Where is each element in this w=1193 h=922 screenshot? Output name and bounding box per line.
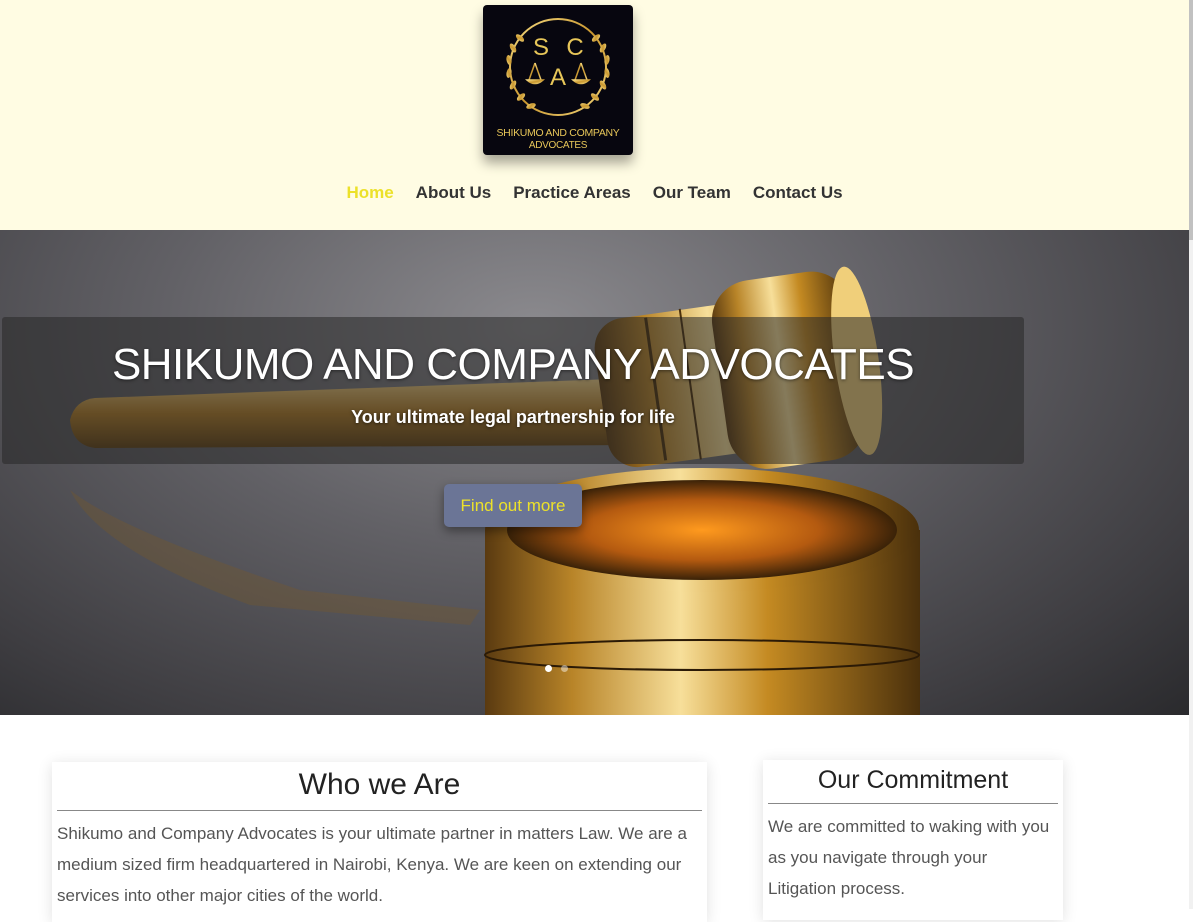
nav-practice-areas[interactable]: Practice Areas [513, 182, 631, 204]
hero-title: SHIKUMO AND COMPANY ADVOCATES [111, 340, 915, 389]
nav-about-us[interactable]: About Us [416, 182, 492, 204]
nav-contact-us[interactable]: Contact Us [753, 182, 843, 204]
slider-dot-1[interactable] [545, 665, 552, 672]
nav-home[interactable]: Home [346, 182, 393, 204]
our-commitment-card: Our Commitment We are committed to wakin… [763, 760, 1063, 920]
our-commitment-text: We are committed to waking with you as y… [768, 817, 1050, 898]
who-we-are-text: Shikumo and Company Advocates is your ul… [57, 824, 687, 905]
slider-pagination [545, 665, 568, 672]
firm-logo[interactable]: S C A SHIKUMO AND COMPANY ADVOCATES [483, 5, 633, 155]
hero-slider: SHIKUMO AND COMPANY ADVOCATES Your ultim… [0, 230, 1189, 715]
who-we-are-title: Who we Are [298, 768, 461, 801]
page-scrollbar[interactable] [1189, 0, 1193, 909]
find-out-more-button[interactable]: Find out more [444, 484, 582, 527]
svg-text:C: C [566, 34, 583, 61]
svg-text:A: A [550, 64, 566, 91]
who-we-are-card: Who we Are Shikumo and Company Advocates… [52, 762, 707, 922]
slider-dot-2[interactable] [561, 665, 568, 672]
svg-text:S: S [533, 34, 549, 61]
scrollbar-thumb[interactable] [1189, 0, 1193, 240]
our-commitment-title: Our Commitment [817, 766, 1009, 794]
logo-firm-subname: ADVOCATES [528, 140, 588, 151]
nav-home-label: Home [346, 183, 394, 202]
hero-subtitle: Your ultimate legal partnership for life [351, 407, 675, 427]
main-navigation: Home About Us Practice Areas Our Team Co… [0, 182, 1189, 204]
site-header: S C A SHIKUMO AND COMPANY ADVOCATES Home… [0, 0, 1189, 230]
nav-our-team[interactable]: Our Team [653, 182, 731, 204]
logo-firm-name: SHIKUMO AND COMPANY [496, 127, 620, 139]
gavel-image [70, 266, 920, 715]
